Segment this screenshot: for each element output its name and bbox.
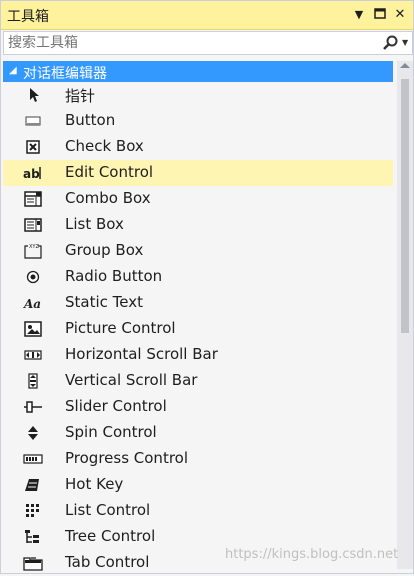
svg-text:Aa: Aa: [23, 297, 41, 310]
toolbox-item-button[interactable]: Button: [3, 108, 393, 134]
watermark-text: https://kings.blog.csdn.net: [225, 547, 399, 562]
toolbox-item-slider-control[interactable]: Slider Control: [3, 394, 393, 420]
picture-control-icon: [23, 321, 43, 337]
window-position-dropdown-icon[interactable]: ▼: [351, 7, 367, 23]
toolbox-item-combo-box[interactable]: Combo Box: [3, 186, 393, 212]
scrollbar-thumb[interactable]: [401, 79, 409, 333]
item-label: Vertical Scroll Bar: [65, 371, 198, 389]
search-icon[interactable]: [381, 34, 401, 52]
item-label: Combo Box: [65, 189, 151, 207]
pointer-icon: [23, 87, 43, 103]
item-label: Static Text: [65, 293, 143, 311]
item-label: Tab Control: [65, 553, 150, 571]
toolbox-item-edit-control[interactable]: ab Edit Control: [3, 160, 393, 186]
item-label: Picture Control: [65, 319, 176, 337]
close-icon[interactable]: ✕: [392, 7, 408, 23]
vertical-scroll-bar-icon: [23, 373, 43, 389]
item-label: Horizontal Scroll Bar: [65, 345, 218, 363]
item-label: List Box: [65, 215, 124, 233]
maximize-icon[interactable]: [372, 7, 388, 23]
toolbox-item-progress-control[interactable]: Progress Control: [3, 446, 393, 472]
progress-control-icon: [23, 451, 43, 467]
hot-key-icon: [23, 477, 43, 493]
toolbox-item-static-text[interactable]: Aa Static Text: [3, 290, 393, 316]
collapse-triangle-icon[interactable]: ◢: [9, 65, 17, 76]
vertical-scrollbar[interactable]: [397, 61, 413, 569]
static-text-icon: Aa: [23, 295, 43, 311]
toolbox-item-group-box[interactable]: XYZ Group Box: [3, 238, 393, 264]
toolbox-item-list-control[interactable]: List Control: [3, 498, 393, 524]
item-label: 指针: [65, 87, 96, 105]
toolbox-item-list-box[interactable]: List Box: [3, 212, 393, 238]
list-control-icon: [23, 503, 43, 519]
item-label: Radio Button: [65, 267, 163, 285]
item-label: Check Box: [65, 137, 144, 155]
search-box: ▼: [3, 31, 413, 55]
toolbox-item-radio-button[interactable]: Radio Button: [3, 264, 393, 290]
spin-control-icon: [23, 425, 43, 441]
item-label: Spin Control: [65, 423, 157, 441]
toolbox-item-vertical-scroll-bar[interactable]: Vertical Scroll Bar: [3, 368, 393, 394]
toolbox-item-hot-key[interactable]: Hot Key: [3, 472, 393, 498]
radio-button-icon: [23, 269, 43, 285]
svg-text:XYZ: XYZ: [29, 244, 39, 250]
toolbox-title-bar: 工具箱 ▼ ✕: [1, 1, 413, 30]
button-icon: [23, 113, 43, 129]
item-label: List Control: [65, 501, 151, 519]
edit-control-icon: ab: [23, 165, 43, 181]
toolbox-item-check-box[interactable]: Check Box: [3, 134, 393, 160]
horizontal-scroll-bar-icon: [23, 347, 43, 363]
slider-control-icon: [23, 399, 43, 415]
scroll-up-arrow-icon[interactable]: [400, 63, 410, 68]
item-label: Hot Key: [65, 475, 124, 493]
toolbox-item-pointer[interactable]: 指针: [3, 82, 393, 108]
toolbox-item-horizontal-scroll-bar[interactable]: Horizontal Scroll Bar: [3, 342, 393, 368]
search-options-dropdown-icon[interactable]: ▼: [402, 38, 408, 47]
search-input[interactable]: [8, 34, 368, 52]
toolbox-list: ◢ 对话框编辑器 指针 Button Check Box ab Edit Con…: [3, 61, 393, 576]
combo-box-icon: [23, 191, 43, 207]
toolbox-panel: 工具箱 ▼ ✕ ▼ ◢ 对话框编辑器 指针 Button: [0, 0, 414, 574]
group-header-dialog-editor[interactable]: ◢ 对话框编辑器: [3, 61, 393, 82]
item-label: Progress Control: [65, 449, 189, 467]
tree-control-icon: [23, 529, 43, 545]
toolbox-item-spin-control[interactable]: Spin Control: [3, 420, 393, 446]
list-box-icon: [23, 217, 43, 233]
item-label: Group Box: [65, 241, 144, 259]
item-label: Slider Control: [65, 397, 167, 415]
svg-text:ab: ab: [23, 167, 40, 180]
toolbox-item-picture-control[interactable]: Picture Control: [3, 316, 393, 342]
group-label: 对话框编辑器: [23, 66, 107, 82]
tab-control-icon: [23, 555, 43, 571]
group-box-icon: XYZ: [23, 243, 43, 259]
item-label: Edit Control: [65, 163, 154, 181]
item-label: Tree Control: [65, 527, 156, 545]
checkbox-icon: [23, 139, 43, 155]
window-title: 工具箱: [7, 9, 49, 25]
item-label: Button: [65, 111, 116, 129]
